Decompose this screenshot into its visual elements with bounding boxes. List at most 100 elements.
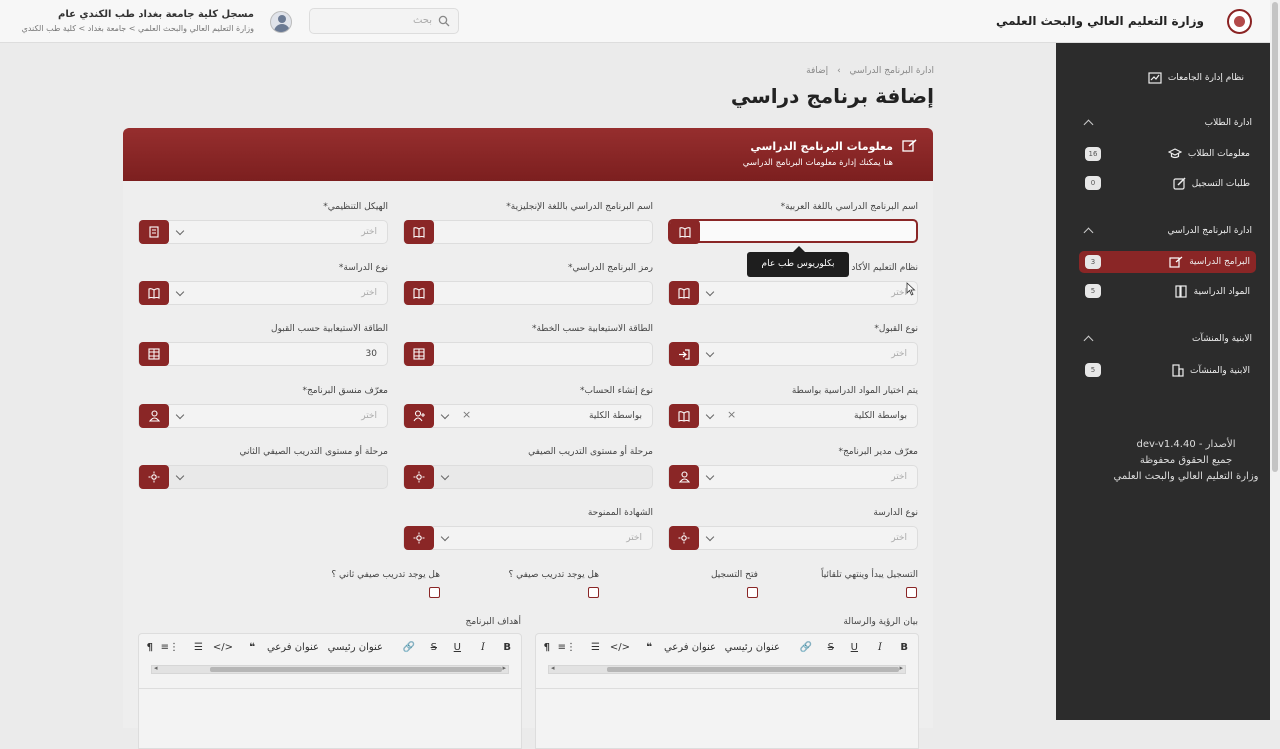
toolbar-scrollbar[interactable]: ◂ ▸ [548,664,906,674]
sign-in-icon [669,342,699,366]
director-select[interactable]: اختر [668,465,918,489]
bullet-list-icon[interactable]: ☰ [194,642,203,653]
numbered-list-icon[interactable]: ⋮≡ [161,642,179,653]
breadcrumb-current: إضافة [806,66,829,76]
chevron-down-icon[interactable] [705,410,715,420]
sidebar-section-buildings[interactable]: الابنية والمنشآت [1192,334,1252,344]
chevron-down-icon[interactable] [175,471,185,481]
admission-type-select[interactable]: اختر [668,342,918,366]
scroll-left-icon[interactable]: ◂ [154,664,158,672]
sidebar-item-programs[interactable]: البرامج الدراسية [1169,256,1250,268]
chevron-down-icon[interactable] [705,471,715,481]
quote-icon[interactable]: ❝ [646,642,652,653]
link-icon[interactable]: 🔗 [800,642,812,653]
breadcrumb-parent[interactable]: ادارة البرنامج الدراسي [850,66,934,76]
open-registration-checkbox[interactable] [747,587,758,598]
strikethrough-icon[interactable]: S [431,642,437,653]
paragraph-icon[interactable]: ¶ [147,642,153,653]
degree-awarded-select[interactable]: اختر [403,526,653,550]
rights-label: جميع الحقوق محفوظة [1139,455,1233,466]
chevron-down-icon[interactable] [175,410,185,420]
subheading-button[interactable]: عنوان فرعي [267,642,319,653]
program-name-en-input[interactable] [403,220,653,244]
select-placeholder: اختر [361,227,377,237]
study-type-select[interactable]: اختر [138,281,388,305]
chevron-down-icon[interactable] [440,532,450,542]
sidebar-item-registration[interactable]: طلبات التسجيل [1173,177,1250,190]
clear-icon[interactable]: × [727,408,736,421]
numbered-list-icon[interactable]: ⋮≡ [558,642,576,653]
org-structure-select[interactable]: اختر [138,220,388,244]
sidebar-item-system[interactable]: نظام إدارة الجامعات [1148,72,1244,84]
scrollbar-thumb[interactable] [607,667,899,672]
capacity-plan-input[interactable] [403,342,653,366]
scroll-left-icon[interactable]: ◂ [551,664,555,672]
quote-icon[interactable]: ❝ [249,642,255,653]
paragraph-icon[interactable]: ¶ [544,642,550,653]
scroll-right-icon[interactable]: ▸ [502,664,506,672]
count-badge: 5 [1085,363,1101,377]
italic-icon[interactable]: I [878,642,882,653]
capacity-admission-input[interactable]: 30 [138,342,388,366]
clear-icon[interactable]: × [462,408,471,421]
capacity-icon [404,342,434,366]
vision-editor-area[interactable] [535,689,919,749]
summer-training-checkbox[interactable] [588,587,599,598]
avatar[interactable] [270,11,292,33]
chevron-down-icon[interactable] [705,532,715,542]
bold-icon[interactable]: B [900,642,908,653]
chevron-down-icon[interactable] [705,348,715,358]
program-name-ar-input[interactable] [668,219,918,244]
heading-button[interactable]: عنوان رئيسي [328,642,383,653]
scrollbar-thumb[interactable] [1272,2,1278,472]
scrollbar-thumb[interactable] [210,667,502,672]
bold-icon[interactable]: B [503,642,511,653]
mouse-cursor-icon [906,282,916,296]
sidebar-item-student-info[interactable]: معلومات الطلاب [1167,148,1250,160]
sidebar-section-students[interactable]: ادارة الطلاب [1205,118,1252,128]
field-value: بواسطة الكلية [589,411,642,421]
underline-icon[interactable]: U [851,642,858,653]
summer-training-level-select[interactable] [403,465,653,489]
chevron-down-icon[interactable] [440,471,450,481]
page-scrollbar[interactable] [1270,0,1280,720]
coordinator-select[interactable]: اختر [138,404,388,428]
autocomplete-tooltip[interactable]: بكلوريوس طب عام [747,246,849,277]
education-system-select[interactable]: اختر [668,281,918,305]
scroll-right-icon[interactable]: ▸ [899,664,903,672]
chevron-down-icon[interactable] [705,287,715,297]
summer-training-level-2-select[interactable] [138,465,388,489]
link-icon[interactable]: 🔗 [403,642,415,653]
summer-training-2-checkbox[interactable] [429,587,440,598]
auto-registration-checkbox[interactable] [906,587,917,598]
code-icon[interactable]: </> [610,642,630,653]
heading-button[interactable]: عنوان رئيسي [725,642,780,653]
sun-icon [404,526,434,550]
search-input[interactable]: بحث [309,8,459,34]
sidebar-item-courses[interactable]: المواد الدراسية [1175,285,1250,298]
count-badge: 5 [1085,284,1101,298]
chevron-down-icon[interactable] [440,410,450,420]
italic-icon[interactable]: I [481,642,485,653]
strikethrough-icon[interactable]: S [828,642,834,653]
bullet-list-icon[interactable]: ☰ [591,642,600,653]
field-label: يتم اختيار المواد الدراسية بواسطة [791,386,918,396]
program-code-input[interactable] [403,281,653,305]
sidebar-section-programs[interactable]: ادارة البرنامج الدراسي [1168,226,1252,236]
chevron-down-icon[interactable] [175,287,185,297]
count-badge: 0 [1085,176,1101,190]
editor-label: بيان الرؤية والرسالة [843,617,918,627]
goals-editor-area[interactable] [138,689,522,749]
graduation-cap-icon [1167,148,1182,159]
study-mode-select[interactable]: اختر [668,526,918,550]
select-placeholder: اختر [626,533,642,543]
course-selection-select[interactable]: × بواسطة الكلية [668,404,918,428]
sidebar-item-label: المواد الدراسية [1193,286,1250,297]
chevron-down-icon[interactable] [175,226,185,236]
toolbar-scrollbar[interactable]: ◂ ▸ [151,664,509,674]
code-icon[interactable]: </> [213,642,233,653]
sidebar-item-buildings[interactable]: الابنية والمنشآت [1171,364,1250,377]
underline-icon[interactable]: U [454,642,461,653]
account-creation-select[interactable]: × بواسطة الكلية [403,404,653,428]
subheading-button[interactable]: عنوان فرعي [664,642,716,653]
